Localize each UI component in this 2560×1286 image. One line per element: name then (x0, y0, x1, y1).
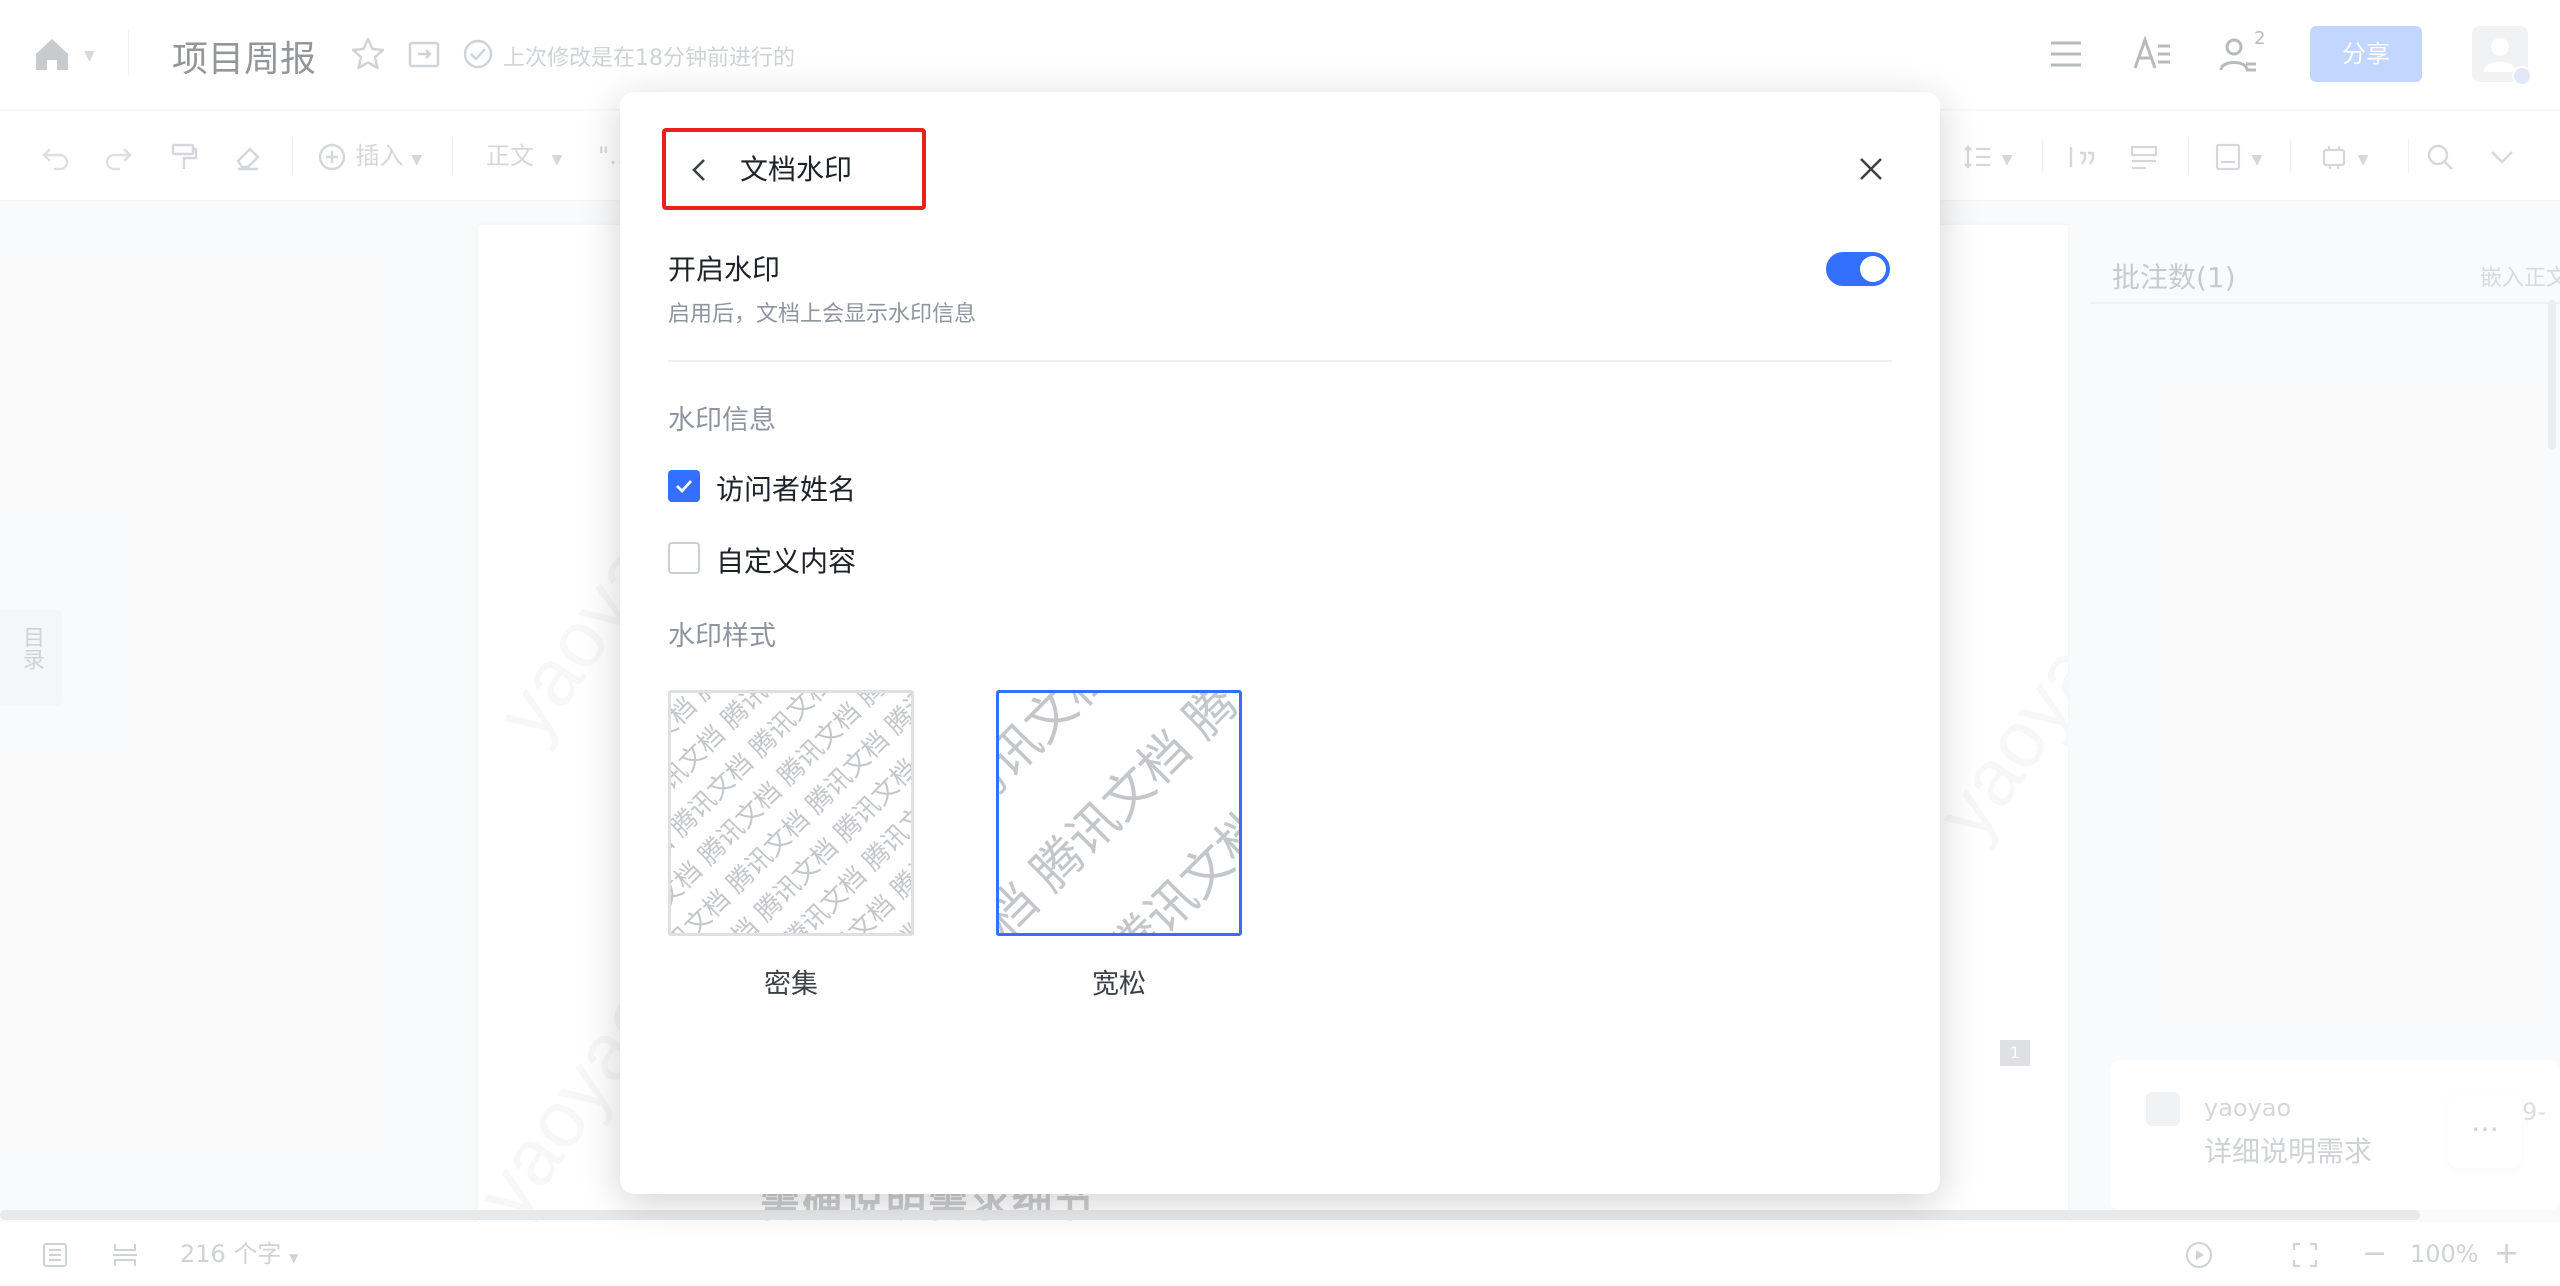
enable-watermark-toggle[interactable] (1826, 252, 1890, 286)
divider (668, 360, 1892, 362)
visitor-name-checkbox[interactable] (668, 470, 700, 502)
loose-style-label[interactable]: 宽松 (996, 962, 1242, 1001)
toggle-knob (1860, 256, 1886, 282)
watermark-dialog: 文档水印 开启水印 启用后，文档上会显示水印信息 水印信息 访问者姓名 自定义内… (620, 92, 1940, 1194)
checkmark-icon (676, 480, 693, 494)
custom-content-checkbox[interactable] (668, 542, 700, 574)
close-icon (1860, 158, 1882, 180)
dense-style-label[interactable]: 密集 (668, 962, 914, 1001)
enable-watermark-description: 启用后，文档上会显示水印信息 (668, 302, 977, 327)
close-button[interactable] (1850, 148, 1892, 190)
dense-watermark-preview: 腾讯文档 腾讯文档 腾讯文档 腾讯文档 腾讯文档 腾讯文档 腾讯文档 腾讯文档腾… (671, 693, 911, 933)
loose-watermark-preview: 腾讯文档 腾讯文档 腾讯文档 腾讯文档腾讯文档 腾讯文档 腾讯文档 腾讯文档腾讯… (999, 693, 1239, 933)
dialog-title: 文档水印 (740, 153, 853, 186)
back-button[interactable] (680, 150, 720, 190)
enable-watermark-label: 开启水印 (668, 253, 781, 286)
loose-style-option[interactable]: 腾讯文档 腾讯文档 腾讯文档 腾讯文档腾讯文档 腾讯文档 腾讯文档 腾讯文档腾讯… (996, 690, 1242, 936)
chevron-left-icon (692, 159, 705, 181)
custom-content-label: 自定义内容 (716, 545, 857, 578)
dense-style-option[interactable]: 腾讯文档 腾讯文档 腾讯文档 腾讯文档 腾讯文档 腾讯文档 腾讯文档 腾讯文档腾… (668, 690, 914, 936)
watermark-style-heading: 水印样式 (668, 621, 776, 652)
watermark-info-heading: 水印信息 (668, 405, 776, 436)
visitor-name-label: 访问者姓名 (716, 473, 857, 506)
